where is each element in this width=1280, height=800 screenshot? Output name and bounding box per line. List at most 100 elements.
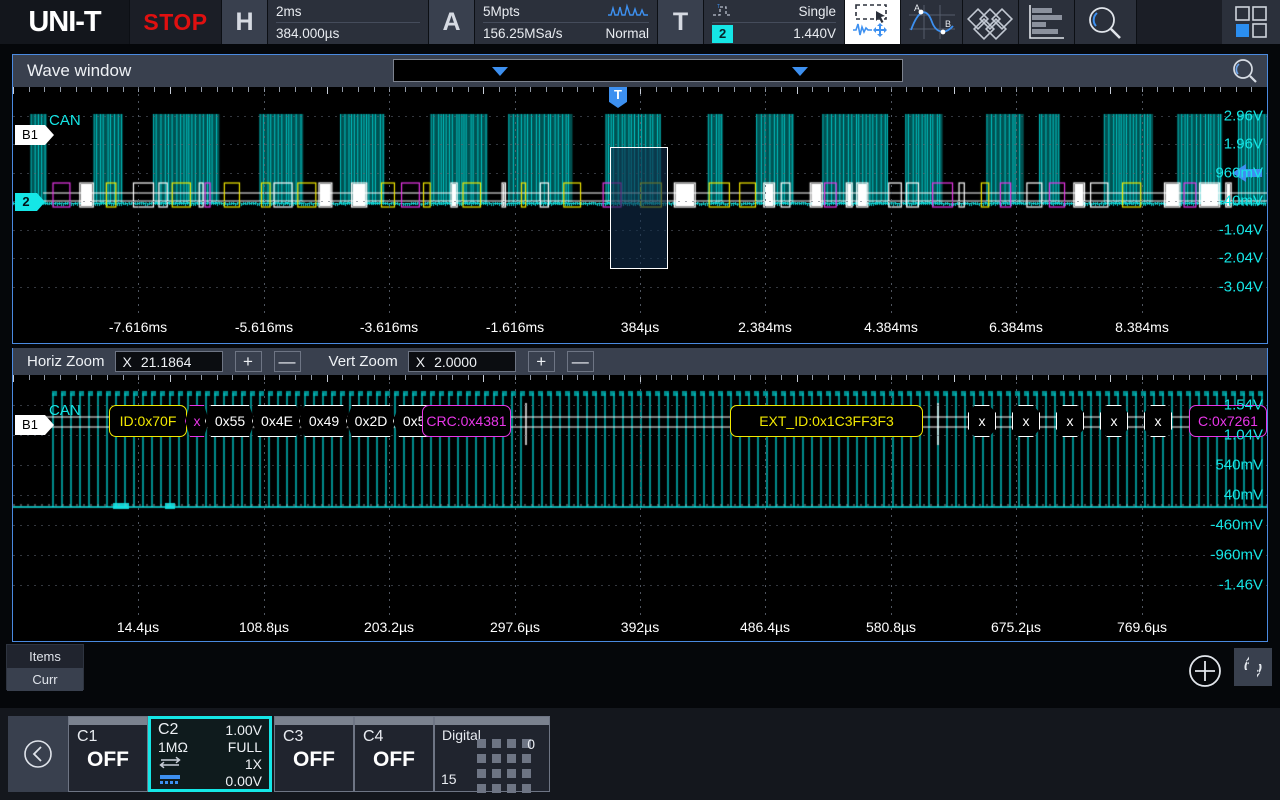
decode-packet[interactable]: ID:0x70F <box>109 405 187 437</box>
prev-channel-button[interactable] <box>8 716 68 792</box>
items-row-label[interactable]: Items <box>7 645 83 668</box>
voltage-tick-label: -2.04V <box>1219 250 1263 267</box>
svg-text:A: A <box>914 3 920 13</box>
time-tick-label: -5.616ms <box>235 319 293 335</box>
decode-packet[interactable]: 0x4E <box>252 405 302 437</box>
voltage-tick-label: -40mV <box>1219 193 1263 210</box>
svg-text:B: B <box>945 19 951 29</box>
time-tick-label: 580.8µs <box>866 619 916 635</box>
decode-packet[interactable]: CRC:0x4381 <box>422 405 511 437</box>
zoom-select-icon[interactable] <box>845 0 901 44</box>
channel-card-c2[interactable]: C2 1.00V 1MΩ FULL 1X <box>148 716 272 792</box>
time-tick-label: 203.2µs <box>364 619 414 635</box>
time-tick-label: 769.6µs <box>1117 619 1167 635</box>
wave-window-range-selector[interactable] <box>393 59 903 82</box>
channel-c3-name: C3 <box>275 725 353 746</box>
horiz-zoom-prefix: X <box>123 354 132 370</box>
range-caret-left-icon[interactable] <box>492 67 508 76</box>
time-tick-label: 392µs <box>621 619 659 635</box>
refresh-button[interactable] <box>1234 648 1272 686</box>
digital-channel-grid[interactable] <box>477 739 533 795</box>
math-icon[interactable] <box>963 0 1019 44</box>
horiz-zoom-increase-button[interactable]: + <box>235 351 262 372</box>
horiz-zoom-field[interactable]: X 21.1864 <box>115 351 223 372</box>
horiz-zoom-value: 21.1864 <box>141 354 192 370</box>
decode-packet[interactable]: EXT_ID:0x1C3FF3F3 <box>730 405 923 437</box>
voltage-tick-label: 2.96V <box>1224 108 1263 125</box>
vert-zoom-label: Vert Zoom <box>329 353 398 370</box>
toolbar-spacer <box>1137 0 1222 44</box>
horizontal-key: H <box>222 0 268 44</box>
zoom-waveform-plot[interactable]: B1 CAN ID:0x70Fx0x550x4E0x490x2D0x54CRC:… <box>13 375 1267 615</box>
vert-zoom-field[interactable]: X 2.0000 <box>408 351 516 372</box>
main-time-axis: -7.616ms-5.616ms-3.616ms-1.616ms384µs2.3… <box>13 315 1267 340</box>
time-tick-label: -7.616ms <box>109 319 167 335</box>
voltage-tick-label: -960mV <box>1210 547 1263 564</box>
decode-packet[interactable]: x <box>1056 405 1084 437</box>
decode-packet[interactable]: x <box>968 405 996 437</box>
sample-rate: 156.25MSa/s <box>483 26 563 41</box>
time-tick-label: 675.2µs <box>991 619 1041 635</box>
magnifier-icon[interactable] <box>1075 0 1137 44</box>
digital-index-bottom: 15 <box>441 771 457 787</box>
items-selector[interactable]: Items Curr <box>6 644 84 690</box>
decode-packet[interactable]: 0x55 <box>205 405 255 437</box>
voltage-tick-label: -1.04V <box>1219 222 1263 239</box>
trigger-level: 1.440V <box>793 26 836 41</box>
trigger-sweep: Single <box>798 4 836 19</box>
zoom-bus-b1-badge[interactable]: B1 <box>15 415 45 435</box>
add-item-button[interactable] <box>1186 652 1224 695</box>
decode-packet[interactable]: 0x49 <box>299 405 349 437</box>
run-stop-status[interactable]: STOP <box>130 0 222 44</box>
bottom-channel-bar: C1 OFF C2 1.00V 1MΩ FULL <box>0 708 1280 800</box>
channel-c2-offset: 0.00V <box>225 773 262 789</box>
acquire-mode: Normal <box>605 26 649 41</box>
time-tick-label: 297.6µs <box>490 619 540 635</box>
vert-zoom-decrease-button[interactable]: — <box>567 351 594 372</box>
voltage-tick-label: 1.54V <box>1224 397 1263 414</box>
channel-card-c4[interactable]: C4 OFF <box>354 716 434 792</box>
zoom-time-axis: 14.4µs108.8µs203.2µs297.6µs392µs486.4µs5… <box>13 615 1267 640</box>
decode-packet[interactable]: x <box>1144 405 1172 437</box>
decode-packet[interactable]: 0x2D <box>346 405 396 437</box>
digital-channels-card[interactable]: Digital 0 15 <box>434 716 550 792</box>
channel-c2-probe: 1X <box>245 756 262 772</box>
oscilloscope-screen: UNI-T STOP H 2ms 384.000µs A 5Mpts <box>0 0 1280 800</box>
channel-card-c3[interactable]: C3 OFF <box>274 716 354 792</box>
channel-c2-name: C2 <box>158 721 178 739</box>
app-grid-icon[interactable] <box>1222 0 1280 44</box>
channel-c2-impedance: 1MΩ <box>158 739 188 755</box>
decode-packet[interactable]: x <box>1100 405 1128 437</box>
memory-depth: 5Mpts <box>483 4 520 19</box>
bus-protocol-label: CAN <box>49 112 81 129</box>
top-toolbar: UNI-T STOP H 2ms 384.000µs A 5Mpts <box>0 0 1280 44</box>
horizontal-offset: 384.000µs <box>276 26 339 41</box>
acquire-settings-group[interactable]: A 5Mpts 156.25MSa/s Normal <box>429 0 658 44</box>
horizontal-scale: 2ms <box>276 4 302 19</box>
decode-packet[interactable]: x <box>1012 405 1040 437</box>
bus-b1-badge[interactable]: B1 <box>15 125 45 145</box>
vert-zoom-value: 2.0000 <box>434 354 477 370</box>
trigger-settings-group[interactable]: T T Single 2 1.440V <box>658 0 845 44</box>
voltage-tick-label: 1.04V <box>1224 427 1263 444</box>
digital-index-top: 0 <box>527 736 535 752</box>
channel-2-badge[interactable]: 2 <box>15 193 37 211</box>
curr-row-label[interactable]: Curr <box>7 668 83 691</box>
wave-window-search-icon[interactable] <box>1231 58 1259 89</box>
vert-zoom-increase-button[interactable]: + <box>528 351 555 372</box>
cursor-measure-icon[interactable]: A B <box>901 0 963 44</box>
channel-c4-name: C4 <box>355 725 433 746</box>
horiz-zoom-decrease-button[interactable]: — <box>274 351 301 372</box>
zoom-control-bar: Horiz Zoom X 21.1864 + — Vert Zoom X 2.0… <box>12 348 1268 375</box>
channel-c2-bandwidth: FULL <box>228 739 262 755</box>
histogram-icon[interactable] <box>1019 0 1075 44</box>
channel-c1-state: OFF <box>69 748 147 772</box>
range-caret-right-icon[interactable] <box>792 67 808 76</box>
channel-card-c1[interactable]: C1 OFF <box>68 716 148 792</box>
time-tick-label: 486.4µs <box>740 619 790 635</box>
trigger-key: T <box>658 0 704 44</box>
zoom-region-box[interactable] <box>610 147 668 269</box>
main-waveform-plot[interactable]: T B1 CAN 2 2.96V1.96V960mV-40mV-1.04V-2.… <box>13 87 1267 315</box>
brand-logo: UNI-T <box>0 0 130 44</box>
horizontal-settings-group[interactable]: H 2ms 384.000µs <box>222 0 429 44</box>
